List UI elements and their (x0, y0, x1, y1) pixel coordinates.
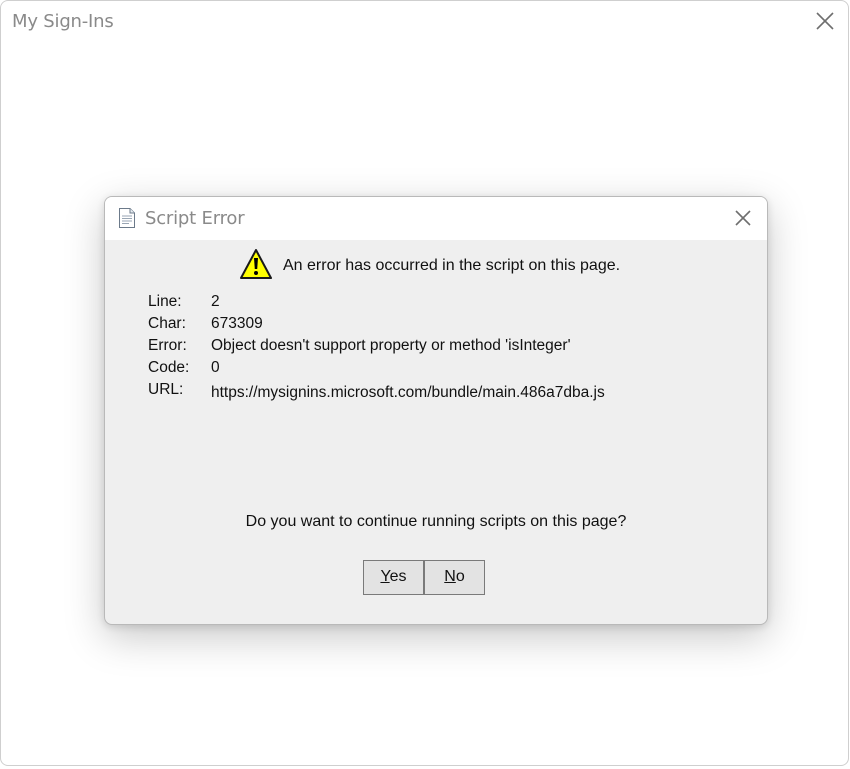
dialog-title: Script Error (145, 208, 245, 229)
document-icon (119, 208, 135, 228)
yes-label-rest: es (389, 568, 407, 585)
error-heading: An error has occurred in the script on t… (283, 257, 621, 274)
yes-button[interactable]: Yes (363, 560, 424, 595)
dialog-titlebar: Script Error (105, 197, 767, 240)
line-value: 2 (211, 293, 220, 310)
url-value: https://mysignins.microsoft.com/bundle/m… (211, 384, 605, 401)
char-value: 673309 (211, 315, 263, 332)
url-label: URL: (148, 381, 184, 398)
no-button[interactable]: No (424, 560, 485, 595)
line-label: Line: (148, 293, 182, 310)
no-label-rest: o (455, 568, 465, 585)
continue-question: Do you want to continue running scripts … (245, 513, 627, 530)
warning-icon (240, 249, 272, 279)
close-icon[interactable] (814, 10, 836, 32)
window-title: My Sign-Ins (12, 11, 114, 32)
error-label: Error: (148, 337, 187, 354)
error-value: Object doesn't support property or metho… (211, 337, 571, 354)
yes-access-key: Y (380, 568, 390, 585)
code-label: Code: (148, 359, 190, 376)
script-error-dialog: Script Error An error has occurred in th… (104, 196, 768, 625)
code-value: 0 (211, 359, 220, 376)
close-icon[interactable] (733, 208, 753, 228)
char-label: Char: (148, 315, 186, 332)
no-access-key: N (444, 568, 456, 585)
